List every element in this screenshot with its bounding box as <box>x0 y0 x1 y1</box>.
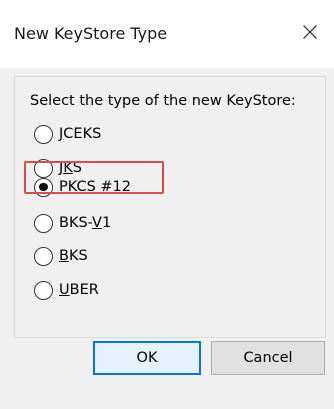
radio-button-uber[interactable] <box>34 280 53 300</box>
dialog-title: New KeyStore Type <box>14 24 168 43</box>
radio-label-jceks: JCEKS <box>59 126 102 142</box>
radio-button-jks[interactable] <box>34 158 53 178</box>
radio-button-bks[interactable] <box>34 246 53 266</box>
prompt-label: Select the type of the new KeyStore: <box>30 93 296 109</box>
radio-label-pkcs12: PKCS #12 <box>59 179 132 195</box>
radio-bks[interactable]: BKS <box>34 245 88 267</box>
radio-label-bks: BKS <box>59 248 88 264</box>
new-keystore-type-dialog: New KeyStore Type Select the type of the… <box>0 0 334 409</box>
ok-button[interactable]: OK <box>93 341 201 375</box>
close-button[interactable] <box>296 18 324 46</box>
radio-button-pkcs12[interactable] <box>34 177 53 197</box>
radio-pkcs12[interactable]: PKCS #12 <box>34 176 131 198</box>
cancel-button[interactable]: Cancel <box>211 341 325 375</box>
radio-bks-v1[interactable]: BKS-V1 <box>34 212 111 234</box>
radio-button-jceks[interactable] <box>34 124 53 144</box>
title-bar: New KeyStore Type <box>0 0 334 68</box>
radio-label-bks-v1: BKS-V1 <box>59 215 112 231</box>
radio-label-jks: JKS <box>59 160 83 176</box>
radio-jceks[interactable]: JCEKS <box>34 123 101 145</box>
dialog-body: Select the type of the new KeyStore: JCE… <box>0 68 334 409</box>
radio-label-uber: UBER <box>59 282 99 298</box>
radio-uber[interactable]: UBER <box>34 279 99 301</box>
radio-button-bks-v1[interactable] <box>34 213 53 233</box>
close-icon <box>303 25 317 39</box>
